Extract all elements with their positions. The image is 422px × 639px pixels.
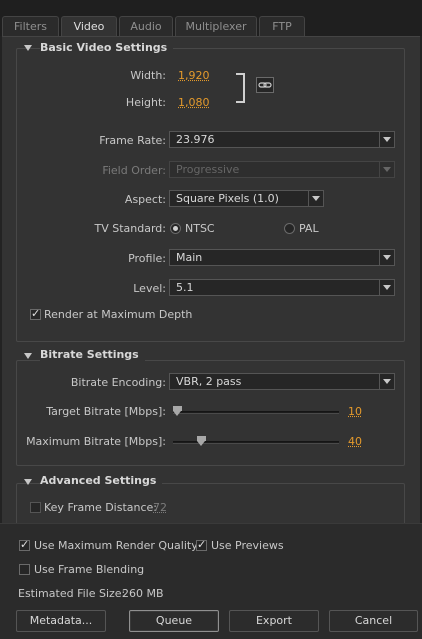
- estimated-file-size-label: Estimated File Size:: [18, 587, 126, 600]
- ntsc-label: NTSC: [185, 222, 215, 235]
- frame-rate-select[interactable]: 23.976: [169, 131, 395, 148]
- tab-filters[interactable]: Filters: [2, 16, 59, 36]
- chevron-down-icon: [379, 132, 394, 147]
- pal-label: PAL: [299, 222, 319, 235]
- tab-audio[interactable]: Audio: [119, 16, 173, 36]
- tab-ftp[interactable]: FTP: [259, 16, 305, 36]
- profile-value: Main: [176, 251, 203, 264]
- tv-standard-label: TV Standard:: [94, 222, 167, 235]
- link-dimensions-button[interactable]: [256, 77, 274, 93]
- width-value[interactable]: 1,920: [178, 69, 210, 82]
- frame-blending-checkbox[interactable]: [19, 564, 30, 575]
- max-render-quality-label: Use Maximum Render Quality: [34, 539, 198, 552]
- export-button[interactable]: Export: [229, 610, 319, 632]
- collapse-triangle-icon[interactable]: [24, 353, 32, 359]
- tab-video[interactable]: Video: [61, 16, 117, 37]
- cancel-button[interactable]: Cancel: [329, 610, 418, 632]
- profile-select[interactable]: Main: [169, 249, 395, 266]
- height-value[interactable]: 1,080: [178, 96, 210, 109]
- collapse-triangle-icon[interactable]: [24, 45, 32, 51]
- frame-blending-label: Use Frame Blending: [34, 563, 145, 576]
- target-bitrate-label: Target Bitrate [Mbps]:: [46, 405, 166, 418]
- field-order-label: Field Order:: [102, 164, 166, 177]
- use-previews-label: Use Previews: [211, 539, 284, 552]
- level-value: 5.1: [176, 281, 194, 294]
- key-frame-distance-value: 72: [153, 501, 167, 514]
- render-max-depth-checkbox[interactable]: [30, 307, 41, 320]
- chevron-down-icon: [379, 250, 394, 265]
- aspect-select[interactable]: Square Pixels (1.0): [169, 190, 324, 207]
- max-bitrate-label: Maximum Bitrate [Mbps]:: [26, 435, 166, 448]
- key-frame-distance-checkbox[interactable]: [30, 502, 41, 513]
- max-bitrate-value[interactable]: 40: [348, 435, 362, 448]
- width-label: Width:: [130, 69, 166, 82]
- field-order-value: Progressive: [176, 163, 240, 176]
- use-previews-checkbox[interactable]: [196, 538, 207, 551]
- max-bitrate-slider-thumb[interactable]: [196, 436, 206, 446]
- target-bitrate-slider-thumb[interactable]: [173, 406, 183, 416]
- export-footer: Use Maximum Render Quality Use Previews …: [0, 523, 422, 639]
- tab-multiplexer[interactable]: Multiplexer: [175, 16, 257, 36]
- tab-bar: Filters Video Audio Multiplexer FTP: [0, 0, 422, 37]
- height-label: Height:: [125, 96, 166, 109]
- basic-video-settings-title: Basic Video Settings: [40, 41, 174, 54]
- bitrate-encoding-label: Bitrate Encoding:: [70, 376, 166, 389]
- key-frame-distance-label: Key Frame Distance:: [44, 501, 158, 514]
- aspect-value: Square Pixels (1.0): [176, 192, 279, 205]
- pal-radio[interactable]: [284, 223, 295, 234]
- frame-rate-label: Frame Rate:: [99, 134, 166, 147]
- field-order-select: Progressive: [169, 161, 395, 178]
- bitrate-encoding-select[interactable]: VBR, 2 pass: [169, 373, 395, 390]
- aspect-label: Aspect:: [124, 193, 166, 206]
- ntsc-radio[interactable]: [170, 223, 181, 234]
- chevron-down-icon: [379, 374, 394, 389]
- chevron-down-icon: [308, 191, 323, 206]
- target-bitrate-value[interactable]: 10: [348, 405, 362, 418]
- render-max-depth-label: Render at Maximum Depth: [44, 308, 193, 321]
- target-bitrate-slider[interactable]: [173, 411, 339, 414]
- queue-button[interactable]: Queue: [129, 610, 219, 632]
- profile-label: Profile:: [128, 252, 166, 265]
- collapse-triangle-icon[interactable]: [24, 479, 32, 485]
- aspect-bracket: [236, 73, 245, 103]
- chain-link-icon: [258, 82, 272, 88]
- estimated-file-size-value: 260 MB: [122, 587, 164, 600]
- chevron-down-icon: [379, 280, 394, 295]
- video-settings-panel: Basic Video Settings Width: 1,920 Height…: [2, 36, 420, 533]
- chevron-down-icon: [379, 162, 394, 177]
- metadata-button[interactable]: Metadata...: [16, 610, 106, 632]
- bitrate-encoding-value: VBR, 2 pass: [176, 375, 242, 388]
- frame-rate-value: 23.976: [176, 133, 215, 146]
- bitrate-settings-title: Bitrate Settings: [40, 348, 145, 361]
- advanced-settings-title: Advanced Settings: [40, 474, 163, 487]
- level-select[interactable]: 5.1: [169, 279, 395, 296]
- level-label: Level:: [133, 282, 166, 295]
- max-render-quality-checkbox[interactable]: [19, 538, 30, 551]
